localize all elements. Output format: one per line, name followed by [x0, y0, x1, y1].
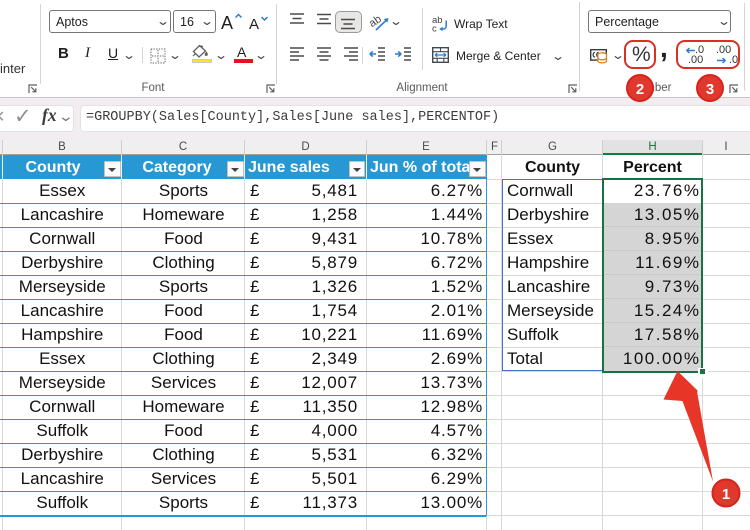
- svg-text:c: c: [432, 24, 437, 33]
- svg-text:A: A: [249, 16, 259, 33]
- svg-text:ab: ab: [369, 13, 384, 30]
- svg-text:A: A: [221, 13, 233, 33]
